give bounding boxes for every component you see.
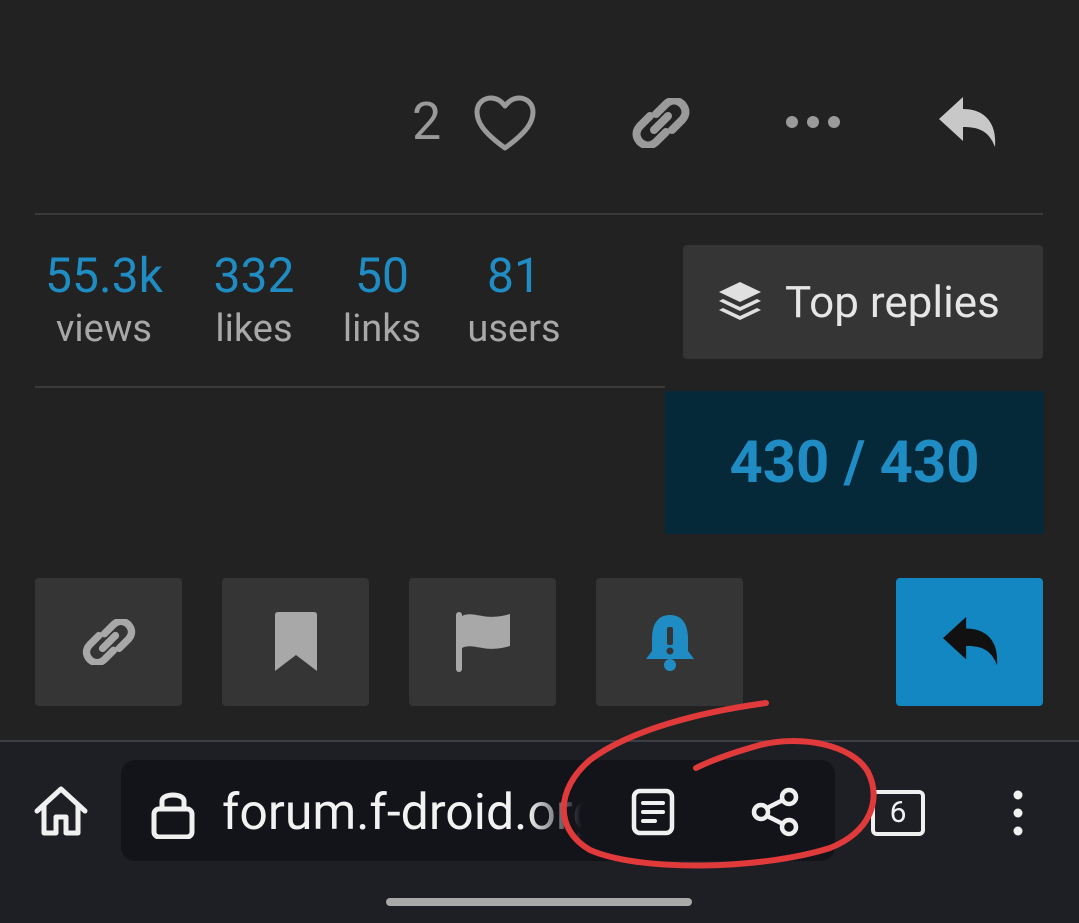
flag-icon xyxy=(455,612,510,672)
notifications-button[interactable] xyxy=(596,578,743,706)
copy-link-button[interactable] xyxy=(626,90,696,156)
stat-value: 50 xyxy=(355,247,409,304)
stat-value: 55.3k xyxy=(45,247,163,304)
heart-icon xyxy=(474,95,536,151)
post-reply-button[interactable] xyxy=(932,90,1002,156)
divider-bottom xyxy=(35,386,665,388)
stat-links: 50 links xyxy=(335,247,429,351)
home-button[interactable] xyxy=(28,778,94,844)
stat-views: 55.3k views xyxy=(38,247,170,351)
stat-value: 332 xyxy=(213,247,295,304)
top-replies-button[interactable]: Top replies xyxy=(683,245,1043,359)
browser-menu-button[interactable] xyxy=(995,783,1041,843)
divider-top xyxy=(35,213,1043,215)
share-button[interactable] xyxy=(744,783,806,841)
home-indicator[interactable] xyxy=(386,898,692,906)
reply-icon xyxy=(939,97,996,147)
stat-value: 81 xyxy=(487,247,541,304)
bell-icon xyxy=(645,615,694,671)
more-icon xyxy=(786,116,840,128)
url-text[interactable]: forum.f-droid.org xyxy=(222,783,582,843)
stat-likes: 332 likes xyxy=(205,247,303,351)
top-replies-label: Top replies xyxy=(785,276,1000,328)
reply-button[interactable] xyxy=(896,578,1043,706)
home-icon xyxy=(34,786,88,836)
stat-label: likes xyxy=(215,307,293,351)
share-icon xyxy=(751,787,799,837)
progress-text: 430 / 430 xyxy=(729,428,980,497)
link-icon xyxy=(82,619,135,665)
link-icon xyxy=(632,98,690,148)
kebab-menu-icon xyxy=(1013,790,1023,836)
tab-switcher-button[interactable]: 6 xyxy=(871,790,925,836)
lock-icon[interactable] xyxy=(150,787,196,840)
topic-progress[interactable]: 430 / 430 xyxy=(665,391,1044,534)
reader-mode-icon xyxy=(631,788,675,836)
stat-users: 81 users xyxy=(460,247,568,351)
stat-label: links xyxy=(342,307,422,351)
flag-button[interactable] xyxy=(409,578,556,706)
like-button[interactable] xyxy=(470,90,540,156)
bookmark-icon xyxy=(274,612,317,671)
stat-label: users xyxy=(467,307,561,351)
more-button[interactable] xyxy=(778,100,848,144)
layers-icon xyxy=(719,282,761,320)
reply-icon xyxy=(942,616,997,666)
bookmark-button[interactable] xyxy=(222,578,369,706)
share-topic-button[interactable] xyxy=(35,578,182,706)
stat-label: views xyxy=(56,307,152,351)
reader-mode-button[interactable] xyxy=(622,783,684,841)
like-count: 2 xyxy=(412,91,442,152)
